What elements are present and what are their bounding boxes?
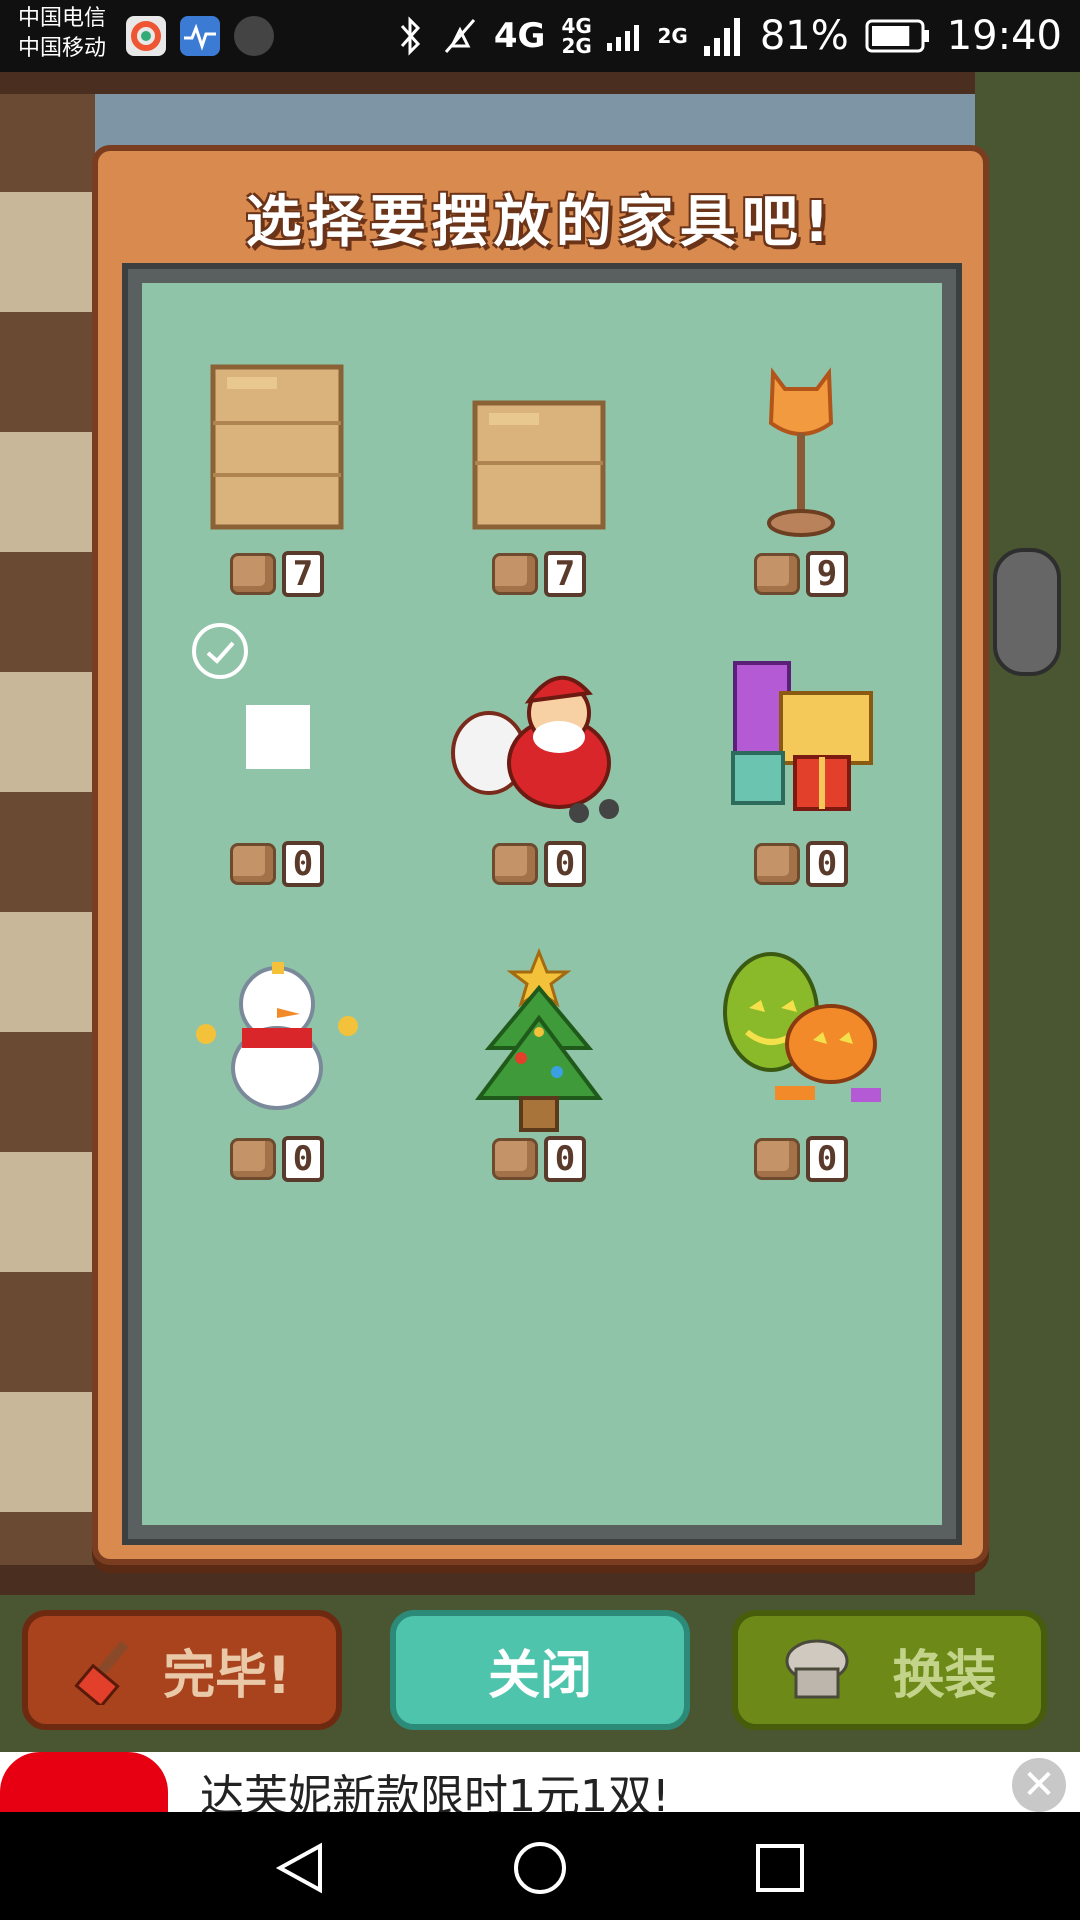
box-count-icon — [754, 1138, 800, 1180]
item-count: 0 — [806, 841, 848, 887]
round-app-icon — [234, 16, 274, 56]
home-icon[interactable] — [512, 1840, 568, 1896]
signal-2g-icon — [703, 18, 740, 56]
item-count: 0 — [544, 1136, 586, 1182]
furniture-slot-selected-empty[interactable]: 0 — [146, 623, 408, 923]
furniture-slot-santa[interactable]: 0 — [408, 633, 670, 923]
furniture-slot-cat-lamp[interactable]: 9 — [670, 343, 932, 633]
clock: 19:40 — [946, 13, 1062, 59]
signal-4g-icon — [607, 25, 640, 51]
ad-close-icon[interactable]: ✕ — [1012, 1758, 1066, 1812]
battery-icon — [865, 19, 929, 53]
done-button-label: 完毕! — [163, 1645, 291, 1706]
network-4g-2g-label: 4G 2G — [561, 14, 592, 58]
box-count-icon — [492, 553, 538, 595]
furniture-slot-pumpkins[interactable]: 0 — [670, 928, 932, 1218]
back-icon[interactable] — [272, 1840, 328, 1896]
room-frame-bottom — [0, 1565, 975, 1595]
room-left-decor — [0, 72, 95, 1592]
selected-check-icon — [192, 623, 248, 679]
chef-hat-icon — [785, 1639, 849, 1699]
cardboard-box-icon — [472, 400, 606, 530]
recents-icon[interactable] — [752, 1840, 808, 1896]
cardboard-box-icon — [210, 364, 344, 530]
christmas-tree-icon — [475, 948, 603, 1132]
furniture-slot-box-short[interactable]: 7 — [408, 343, 670, 633]
santa-icon — [451, 675, 619, 823]
box-count-icon — [492, 843, 538, 885]
room-frame-top — [0, 72, 975, 94]
furniture-slot-gifts[interactable]: 0 — [670, 633, 932, 923]
snowman-icon — [196, 962, 358, 1110]
item-count: 0 — [544, 841, 586, 887]
change-outfit-button[interactable]: 换装 — [732, 1610, 1047, 1730]
brush-icon — [74, 1640, 129, 1705]
item-count: 7 — [282, 551, 324, 597]
empty-slot-square — [246, 705, 310, 769]
item-count: 0 — [806, 1136, 848, 1182]
close-button-label: 关闭 — [487, 1645, 592, 1706]
close-button[interactable]: 关闭 — [390, 1610, 690, 1730]
cat-lamp-icon — [767, 367, 835, 537]
app-notification-icon — [126, 16, 166, 56]
change-outfit-button-label: 换装 — [892, 1645, 997, 1706]
furniture-grid: 7 7 9 0 0 0 0 0 0 — [142, 283, 942, 1525]
box-count-icon — [230, 553, 276, 595]
dialog-title: 选择要摆放的家具吧! — [245, 190, 836, 255]
ad-banner[interactable]: 达芙妮新款限时1元1双! ✕ — [0, 1752, 1080, 1812]
done-button[interactable]: 完毕! — [22, 1610, 342, 1730]
furniture-slot-box-tall[interactable]: 7 — [146, 343, 408, 633]
furniture-slot-christmas-tree[interactable]: 0 — [408, 928, 670, 1218]
carrier-1: 中国电信 — [18, 6, 107, 31]
status-bar: 中国电信 中国移动 4G 4G 2G 2G 81% 19:40 — [0, 0, 1080, 72]
rock-decoration — [993, 548, 1061, 676]
bluetooth-icon — [400, 16, 420, 56]
network-4g-label: 4G — [493, 16, 546, 56]
box-count-icon — [754, 553, 800, 595]
box-count-icon — [230, 1138, 276, 1180]
ad-text: 达芙妮新款限时1元1双! — [200, 1771, 670, 1812]
item-count: 9 — [806, 551, 848, 597]
item-count: 0 — [282, 1136, 324, 1182]
item-count: 7 — [544, 551, 586, 597]
ad-logo — [0, 1752, 168, 1812]
health-app-icon — [180, 16, 220, 56]
box-count-icon — [230, 843, 276, 885]
furniture-slot-snowman[interactable]: 0 — [146, 928, 408, 1218]
mute-icon — [444, 19, 476, 53]
box-count-icon — [492, 1138, 538, 1180]
item-count: 0 — [282, 841, 324, 887]
gift-boxes-icon — [731, 661, 873, 811]
network-2g-label: 2G — [657, 24, 688, 48]
halloween-pumpkins-icon — [723, 952, 881, 1102]
box-count-icon — [754, 843, 800, 885]
furniture-select-dialog: 选择要摆放的家具吧! 7 7 9 0 0 0 0 0 0 — [92, 145, 989, 1565]
battery-percent: 81% — [759, 13, 849, 59]
navigation-bar — [0, 1812, 1080, 1920]
carrier-2: 中国移动 — [18, 36, 107, 61]
furniture-grid-frame: 7 7 9 0 0 0 0 0 0 — [122, 263, 962, 1545]
